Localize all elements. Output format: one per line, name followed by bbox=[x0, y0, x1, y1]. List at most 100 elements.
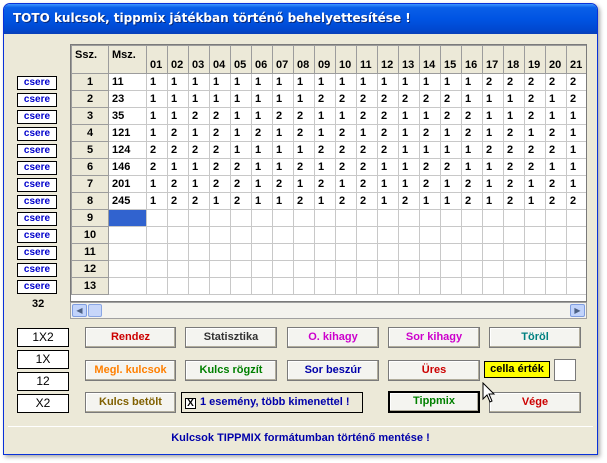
grid-cell[interactable]: 1 bbox=[272, 124, 294, 142]
msz-cell[interactable]: 146 bbox=[108, 158, 147, 176]
grid-cell[interactable]: 1 bbox=[398, 73, 420, 91]
grid-cell[interactable]: 1 bbox=[482, 124, 504, 142]
grid-cell[interactable]: 1 bbox=[398, 158, 420, 176]
checkbox-icon[interactable]: X bbox=[185, 398, 196, 409]
grid-cell[interactable]: 2 bbox=[167, 192, 189, 210]
grid-cell[interactable] bbox=[272, 277, 294, 295]
grid-cell[interactable]: 2 bbox=[272, 107, 294, 125]
grid-cell[interactable]: 2 bbox=[545, 175, 567, 193]
csere-button[interactable]: csere bbox=[17, 178, 57, 192]
grid-cell[interactable]: 1 bbox=[440, 192, 462, 210]
grid-cell[interactable] bbox=[314, 260, 336, 278]
msz-cell[interactable]: 121 bbox=[108, 124, 147, 142]
grid-cell[interactable] bbox=[335, 260, 357, 278]
grid-cell[interactable] bbox=[230, 243, 252, 261]
grid-cell[interactable] bbox=[167, 226, 189, 244]
grid-cell[interactable] bbox=[293, 277, 315, 295]
grid-cell[interactable]: 1 bbox=[230, 107, 252, 125]
msz-cell[interactable]: 245 bbox=[108, 192, 147, 210]
cella-ertek-input[interactable] bbox=[554, 359, 576, 381]
grid-cell[interactable] bbox=[167, 260, 189, 278]
grid-cell[interactable]: 1 bbox=[545, 90, 567, 108]
grid-cell[interactable] bbox=[503, 260, 525, 278]
grid-cell[interactable] bbox=[419, 209, 441, 227]
grid-cell[interactable]: 2 bbox=[209, 158, 231, 176]
grid-cell[interactable]: 2 bbox=[356, 175, 378, 193]
grid-cell[interactable] bbox=[461, 243, 483, 261]
grid-cell[interactable]: 1 bbox=[440, 124, 462, 142]
grid-cell[interactable]: 1 bbox=[167, 158, 189, 176]
grid-cell[interactable] bbox=[272, 209, 294, 227]
sor-kihagy-button[interactable]: Sor kihagy bbox=[388, 327, 480, 348]
grid-cell[interactable]: 2 bbox=[167, 175, 189, 193]
grid-cell[interactable] bbox=[461, 226, 483, 244]
grid-cell[interactable]: 1 bbox=[251, 192, 273, 210]
grid-cell[interactable]: 1 bbox=[377, 192, 399, 210]
grid-cell[interactable]: 1 bbox=[398, 175, 420, 193]
grid-cell[interactable]: 1 bbox=[524, 192, 546, 210]
grid-cell[interactable]: 1 bbox=[188, 175, 210, 193]
csere-button[interactable]: csere bbox=[17, 195, 57, 209]
grid-cell[interactable]: 2 bbox=[293, 192, 315, 210]
mode-1x-button[interactable]: 1X bbox=[17, 350, 69, 369]
grid-cell[interactable]: 2 bbox=[188, 107, 210, 125]
grid-cell[interactable]: 2 bbox=[335, 124, 357, 142]
grid-cell[interactable] bbox=[188, 243, 210, 261]
grid-cell[interactable]: 2 bbox=[503, 158, 525, 176]
grid-cell[interactable]: 1 bbox=[419, 192, 441, 210]
grid-cell[interactable]: 2 bbox=[440, 90, 462, 108]
grid-cell[interactable]: 1 bbox=[314, 192, 336, 210]
grid-cell[interactable] bbox=[545, 277, 567, 295]
grid-cell[interactable]: 1 bbox=[167, 90, 189, 108]
csere-button[interactable]: csere bbox=[17, 110, 57, 124]
grid-cell[interactable] bbox=[524, 277, 546, 295]
grid-cell[interactable]: 2 bbox=[230, 158, 252, 176]
grid-cell[interactable] bbox=[482, 277, 504, 295]
grid-cell[interactable] bbox=[293, 260, 315, 278]
grid-cell[interactable]: 1 bbox=[251, 158, 273, 176]
grid-cell[interactable] bbox=[566, 226, 586, 244]
grid-cell[interactable]: 2 bbox=[503, 192, 525, 210]
grid-cell[interactable] bbox=[272, 243, 294, 261]
grid-cell[interactable]: 2 bbox=[482, 141, 504, 159]
grid-cell[interactable]: 2 bbox=[377, 141, 399, 159]
grid-cell[interactable]: 2 bbox=[335, 158, 357, 176]
ures-button[interactable]: Üres bbox=[388, 360, 480, 381]
torol-button[interactable]: Töröl bbox=[489, 327, 581, 348]
grid-cell[interactable]: 2 bbox=[356, 107, 378, 125]
grid-cell[interactable]: 1 bbox=[146, 124, 168, 142]
msz-cell[interactable]: 23 bbox=[108, 90, 147, 108]
grid-cell[interactable]: 2 bbox=[209, 175, 231, 193]
grid-cell[interactable] bbox=[356, 260, 378, 278]
grid-cell[interactable]: 1 bbox=[419, 73, 441, 91]
grid-cell[interactable]: 1 bbox=[461, 141, 483, 159]
grid-cell[interactable]: 1 bbox=[566, 141, 586, 159]
grid-cell[interactable] bbox=[335, 226, 357, 244]
grid-cell[interactable] bbox=[398, 277, 420, 295]
grid-cell[interactable] bbox=[524, 226, 546, 244]
grid-cell[interactable] bbox=[566, 243, 586, 261]
grid-cell[interactable] bbox=[545, 209, 567, 227]
csere-button[interactable]: csere bbox=[17, 127, 57, 141]
grid-cell[interactable] bbox=[419, 260, 441, 278]
grid-cell[interactable] bbox=[419, 243, 441, 261]
grid-cell[interactable] bbox=[272, 260, 294, 278]
grid-cell[interactable]: 1 bbox=[230, 141, 252, 159]
grid-cell[interactable]: 2 bbox=[377, 107, 399, 125]
grid-cell[interactable]: 1 bbox=[146, 192, 168, 210]
grid-cell[interactable]: 1 bbox=[419, 107, 441, 125]
grid-cell[interactable]: 1 bbox=[566, 107, 586, 125]
msz-cell[interactable]: 35 bbox=[108, 107, 147, 125]
grid-cell[interactable]: 1 bbox=[314, 158, 336, 176]
grid-cell[interactable]: 2 bbox=[377, 124, 399, 142]
grid-cell[interactable] bbox=[146, 277, 168, 295]
csere-button[interactable]: csere bbox=[17, 280, 57, 294]
grid-cell[interactable]: 1 bbox=[272, 73, 294, 91]
grid-cell[interactable] bbox=[461, 260, 483, 278]
statisztika-button[interactable]: Statisztika bbox=[185, 327, 277, 348]
grid-cell[interactable]: 1 bbox=[146, 90, 168, 108]
msz-cell[interactable]: 124 bbox=[108, 141, 147, 159]
grid-cell[interactable]: 1 bbox=[251, 73, 273, 91]
grid-cell[interactable]: 2 bbox=[524, 158, 546, 176]
grid-cell[interactable] bbox=[503, 209, 525, 227]
